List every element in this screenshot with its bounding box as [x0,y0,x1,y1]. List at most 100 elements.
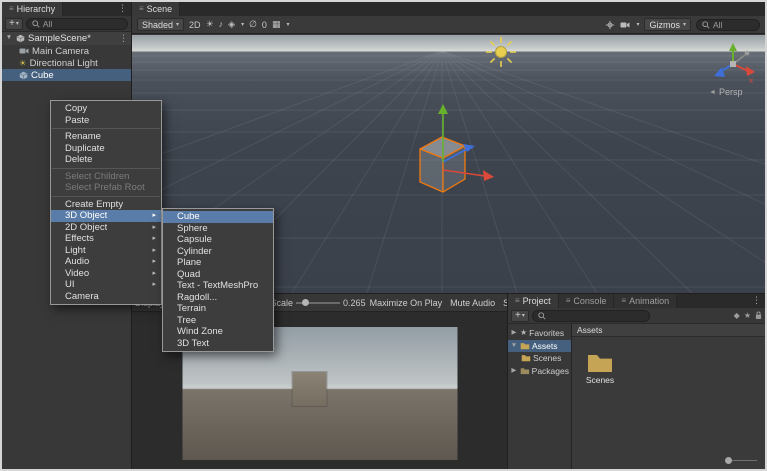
mute-audio-button[interactable]: Mute Audio [450,298,495,308]
maximize-on-play-button[interactable]: Maximize On Play [370,298,443,308]
selected-cube-object[interactable] [397,102,507,197]
scene-lighting-toggle-icon[interactable]: ☀ [206,20,214,29]
search-by-type-icon[interactable]: ◆ [734,311,740,320]
axis-x-label: x [749,76,753,85]
menu-item-delete[interactable]: Delete [51,154,161,166]
search-icon [702,20,710,29]
menu-item-label: Delete [65,154,93,166]
camera-settings-icon[interactable] [620,21,630,29]
tab-hierarchy[interactable]: ≡ Hierarchy [2,2,64,16]
submenu-item-tree[interactable]: Tree [163,315,273,327]
submenu-item-plane[interactable]: Plane [163,257,273,269]
hidden-objects-count: 0 [261,19,267,30]
menu-item-label: Video [65,267,90,279]
rendered-cube [291,371,327,407]
scene-audio-toggle-icon[interactable]: ♪ [219,20,224,29]
menu-item-camera[interactable]: Camera [51,291,161,303]
shading-mode-dropdown[interactable]: Shaded ▾ [137,18,185,31]
menu-item-video[interactable]: Video ▸ [51,268,161,280]
caret-down-icon: ▾ [521,312,525,319]
slider-thumb[interactable] [725,456,732,464]
tree-item-packages[interactable]: ▶ Packages [508,365,571,378]
submenu-item-wind-zone[interactable]: Wind Zone [163,326,273,338]
tree-item-scenes[interactable]: Scenes [508,352,571,365]
hamburger-icon: ≡ [565,296,571,305]
directional-light-gizmo-icon[interactable] [484,35,518,69]
menu-item-label: Terrain [177,303,207,315]
scene-search-input[interactable]: All [696,18,760,31]
camera-icon [19,48,29,54]
menu-item-select-children: Select Children [51,171,161,183]
tab-project[interactable]: ≡ Project [508,294,559,308]
menu-item-audio[interactable]: Audio ▸ [51,256,161,268]
create-button[interactable]: + ▾ [5,17,23,30]
menu-item-copy[interactable]: Copy [51,103,161,115]
icon-size-slider[interactable] [725,456,757,464]
menu-item-label: Sphere [177,222,208,234]
effects-dropdown-icon[interactable]: ◈ [228,20,235,29]
hierarchy-item-directional-light[interactable]: ☀ Directional Light [2,57,131,69]
2d-toggle[interactable]: 2D [189,20,201,30]
submenu-item-3d-text[interactable]: 3D Text [163,338,273,350]
gizmos-dropdown[interactable]: Gizmos ▾ [644,18,691,31]
submenu-item-ragdoll[interactable]: Ragdoll... [163,292,273,304]
hidden-objects-icon[interactable]: ∅ [249,20,257,29]
caret-down-icon[interactable]: ▾ [241,21,244,28]
scale-slider[interactable] [296,299,341,307]
tree-item-assets[interactable]: ▼ Assets [508,339,571,352]
slider-thumb[interactable] [302,299,310,306]
menu-item-rename[interactable]: Rename [51,131,161,143]
menu-item-label: Plane [177,257,202,269]
search-icon [32,19,40,28]
menu-item-create-empty[interactable]: Create Empty [51,199,161,211]
move-tool-icon[interactable] [605,20,615,30]
hierarchy-search-input[interactable]: All [25,17,128,30]
foldout-closed-icon[interactable]: ▶ [510,367,518,375]
asset-tile-scenes[interactable]: Scenes [577,352,623,385]
submenu-item-text-textmeshpro[interactable]: Text - TextMeshPro [163,280,273,292]
menu-item-effects[interactable]: Effects ▸ [51,233,161,245]
foldout-open-icon[interactable]: ▼ [510,342,518,350]
project-search-input[interactable] [531,309,650,322]
breadcrumb: Assets [572,324,765,337]
submenu-item-cube[interactable]: Cube [163,211,273,223]
foldout-open-icon[interactable]: ▼ [5,35,13,42]
menu-item-duplicate[interactable]: Duplicate [51,143,161,155]
hierarchy-scene-row[interactable]: ▼ SampleScene* ⋮ [2,32,131,45]
submenu-item-cylinder[interactable]: Cylinder [163,246,273,258]
hierarchy-item-main-camera[interactable]: Main Camera [2,45,131,57]
project-folder-tree: ▶ ★ Favorites ▼ Assets Scenes ▶ Packages [508,324,572,469]
submenu-item-terrain[interactable]: Terrain [163,303,273,315]
favorite-search-icon[interactable]: ★ [744,311,751,320]
lock-icon[interactable] [755,311,762,320]
hierarchy-item-cube[interactable]: Cube [2,69,131,81]
menu-item-ui[interactable]: UI ▸ [51,279,161,291]
foldout-closed-icon[interactable]: ▶ [510,329,518,337]
submenu-item-capsule[interactable]: Capsule [163,234,273,246]
menu-item-3d-object[interactable]: 3D Object ▸ [51,210,161,222]
tab-console[interactable]: ≡ Console [558,294,615,308]
panel-menu-icon[interactable]: ⋮ [748,294,765,308]
scene-options-icon[interactable]: ⋮ [119,33,128,44]
caret-down-icon[interactable]: ▾ [286,21,289,28]
menu-item-light[interactable]: Light ▸ [51,245,161,257]
submenu-item-quad[interactable]: Quad [163,269,273,281]
tab-animation[interactable]: ≡ Animation [614,294,678,308]
tree-label: Assets [532,340,558,351]
hamburger-icon: ≡ [515,296,520,305]
menu-item-paste[interactable]: Paste [51,115,161,127]
menu-item-2d-object[interactable]: 2D Object ▸ [51,222,161,234]
grid-settings-icon[interactable]: ▦ [272,20,281,29]
create-asset-button[interactable]: + ▾ [511,309,529,322]
hierarchy-tabstrip: ≡ Hierarchy ⋮ [2,2,131,16]
unity-editor-window: ≡ Hierarchy ⋮ + ▾ All ▼ SampleScene* ⋮ M… [0,0,767,471]
tab-label: Console [573,296,607,306]
scene-orientation-gizmo[interactable]: x [705,40,757,86]
tree-item-favorites[interactable]: ▶ ★ Favorites [508,327,571,340]
panel-menu-icon[interactable]: ⋮ [114,2,131,16]
tab-scene[interactable]: ≡ Scene [132,2,181,16]
submenu-item-sphere[interactable]: Sphere [163,223,273,235]
menu-item-label: 3D Object [65,210,108,222]
perspective-indicator[interactable]: ◄ Persp [709,87,742,97]
caret-down-icon[interactable]: ▾ [636,21,639,28]
